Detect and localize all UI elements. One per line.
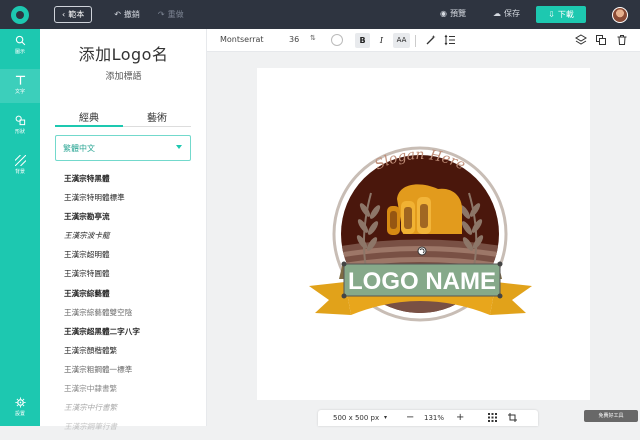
add-logo-name-button[interactable]: 添加Logo名	[40, 41, 207, 65]
font-size-input[interactable]: 36	[289, 35, 299, 44]
preview-label: 預覽	[449, 9, 466, 18]
download-label: 下載	[557, 10, 574, 19]
sidebar-item-label: 圖示	[14, 49, 25, 55]
eye-icon: ◉	[440, 9, 447, 18]
back-label: 範本	[68, 10, 85, 19]
tab-artistic[interactable]: 藝術	[123, 109, 191, 124]
font-option[interactable]: 王漢宗波卡龍	[64, 230, 194, 249]
undo-icon: ↶	[114, 10, 121, 19]
redo-icon: ↷	[157, 10, 165, 19]
sidebar-item-label: 形狀	[14, 129, 25, 135]
download-icon: ⇩	[548, 10, 555, 19]
sidebar-item-background[interactable]: 背景	[0, 149, 40, 183]
logo-design: Slogan Here LOGO NAME	[309, 146, 532, 322]
logo-artboard[interactable]: Slogan Here LOGO NAME	[257, 68, 590, 400]
font-option[interactable]: 王漢宗超黑體二字八字	[64, 326, 194, 345]
delete-icon[interactable]	[616, 34, 628, 46]
text-color-picker[interactable]	[331, 34, 343, 46]
top-navigation-bar: ‹ 範本 ↶ 撤銷 ↷ 重做 ◉ 預覽 ☁ 保存 ⇩ 下載	[0, 0, 640, 29]
font-option[interactable]: 王漢宗特明體標準	[64, 192, 194, 211]
grid-icon[interactable]	[488, 413, 497, 422]
back-to-templates-button[interactable]: ‹ 範本	[54, 6, 93, 23]
sidebar-item-icons[interactable]: 圖示	[0, 29, 40, 63]
font-option[interactable]: 王漢宗綜藝體	[64, 288, 194, 307]
line-spacing-icon[interactable]	[444, 34, 456, 46]
font-option[interactable]: 王漢宗鋼筆行書	[64, 421, 194, 440]
font-option[interactable]: 王漢宗超明體	[64, 249, 194, 268]
selection-handle[interactable]	[341, 293, 347, 299]
font-list: 王漢宗特黑體 王漢宗特明體標準 王漢宗勘亭流 王漢宗波卡龍 王漢宗超明體 王漢宗…	[64, 173, 194, 440]
shapes-icon	[15, 115, 25, 126]
save-button[interactable]: ☁ 保存	[493, 8, 520, 19]
save-label: 保存	[504, 9, 520, 18]
user-avatar[interactable]	[612, 7, 628, 23]
watermark: 免費好工具	[584, 410, 638, 422]
chevron-down-icon	[176, 145, 182, 149]
crop-icon[interactable]	[508, 413, 517, 422]
cloud-upload-icon: ☁	[493, 9, 501, 18]
font-option[interactable]: 王漢宗綜藝體雙空陰	[64, 307, 194, 326]
sidebar-item-label: 文字	[14, 89, 25, 95]
font-option[interactable]: 王漢宗中隸書繁	[64, 383, 194, 402]
font-option[interactable]: 王漢宗中行書繁	[64, 402, 194, 421]
redo-button[interactable]: ↷ 重做	[158, 9, 184, 20]
bold-button[interactable]: B	[355, 33, 370, 48]
text-icon	[15, 75, 25, 85]
magic-effects-icon[interactable]	[425, 34, 437, 46]
gear-icon	[14, 397, 26, 408]
editor-canvas: Slogan Here LOGO NAME	[207, 52, 640, 426]
sidebar-item-text[interactable]: 文字	[0, 69, 40, 103]
canvas-size-chevron-icon[interactable]: ▾	[384, 414, 387, 421]
duplicate-icon[interactable]	[595, 34, 607, 46]
font-option[interactable]: 王漢宗特黑體	[64, 173, 194, 192]
font-option[interactable]: 王漢宗特圓體	[64, 268, 194, 287]
canvas-size-select[interactable]: 500 x 500 px	[333, 414, 379, 422]
redo-label: 重做	[167, 10, 184, 19]
italic-button[interactable]: I	[374, 33, 389, 48]
layers-icon[interactable]	[575, 34, 587, 46]
add-slogan-button[interactable]: 添加標語	[40, 69, 207, 82]
font-size-stepper-icon[interactable]: ⇅	[310, 34, 316, 42]
font-family-select[interactable]: Montserrat	[220, 35, 264, 44]
text-format-toolbar: Montserrat 36 ⇅ B I AA	[207, 29, 640, 52]
preview-button[interactable]: ◉ 預覽	[440, 8, 466, 19]
sidebar-item-label: 設置	[14, 411, 25, 417]
toolbar-divider	[415, 35, 416, 47]
rotate-handle-icon[interactable]	[417, 246, 427, 256]
app-logo-icon	[11, 5, 29, 24]
uppercase-button[interactable]: AA	[393, 33, 410, 48]
font-option[interactable]: 王漢宗粗鋼體一標準	[64, 364, 194, 383]
font-option[interactable]: 王漢宗勘亭流	[64, 211, 194, 230]
font-language-select[interactable]: 繁體中文	[55, 135, 191, 161]
canvas-controls: 500 x 500 px ▾ − 131% +	[318, 410, 538, 426]
zoom-level[interactable]: 131%	[424, 414, 444, 422]
logo-name-text[interactable]: LOGO NAME	[348, 268, 496, 295]
selection-handle[interactable]	[341, 261, 347, 267]
sidebar: 圖示 文字 形狀 背景 設置	[0, 29, 40, 426]
sidebar-item-settings[interactable]: 設置	[0, 391, 40, 425]
chevron-left-icon: ‹	[62, 10, 66, 19]
search-icon	[15, 35, 25, 46]
selection-handle[interactable]	[497, 261, 503, 267]
selection-handle[interactable]	[497, 293, 503, 299]
tab-classic[interactable]: 經典	[55, 109, 123, 127]
sidebar-item-label: 背景	[14, 169, 25, 175]
background-pattern-icon	[14, 155, 26, 166]
download-button[interactable]: ⇩ 下載	[536, 6, 586, 23]
undo-button[interactable]: ↶ 撤銷	[114, 9, 140, 20]
font-category-tabs: 經典 藝術	[55, 109, 191, 127]
sidebar-item-shapes[interactable]: 形狀	[0, 109, 40, 143]
font-option[interactable]: 王漢宗顏楷體繁	[64, 345, 194, 364]
undo-label: 撤銷	[123, 10, 140, 19]
zoom-out-button[interactable]: −	[406, 412, 414, 423]
font-language-value: 繁體中文	[63, 143, 95, 153]
text-panel: 添加Logo名 添加標語 經典 藝術 繁體中文 王漢宗特黑體 王漢宗特明體標準 …	[40, 29, 207, 431]
app-logo[interactable]	[0, 0, 40, 29]
zoom-in-button[interactable]: +	[456, 412, 464, 423]
